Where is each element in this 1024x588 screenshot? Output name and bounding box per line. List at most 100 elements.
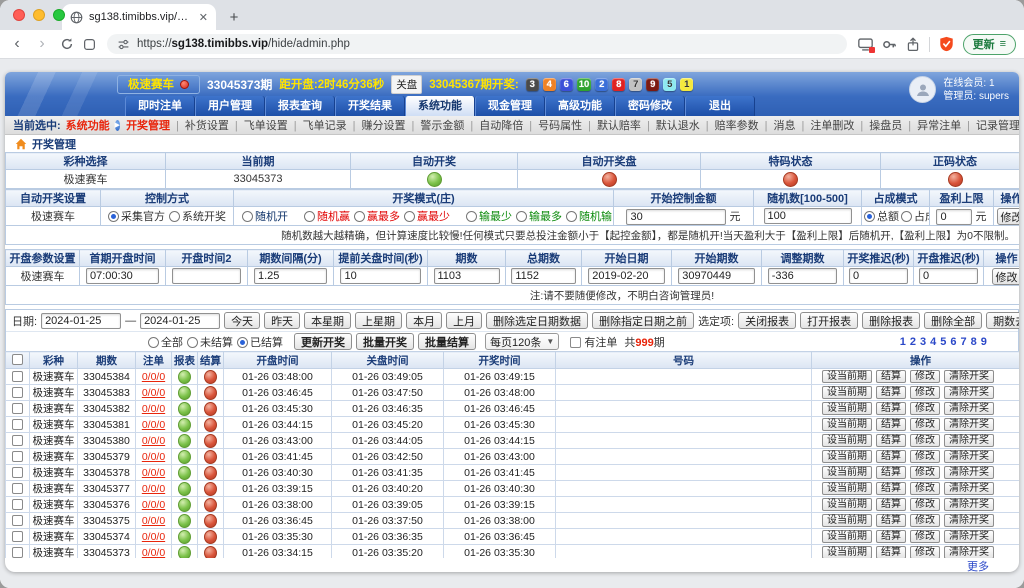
row-checkbox[interactable] [12,531,23,542]
zheng-status-indicator[interactable] [948,172,963,187]
report-indicator[interactable] [178,466,191,480]
sub-nav-item[interactable]: 注单删改 [796,117,855,133]
clear-draw-button[interactable]: 清除开奖 [944,370,994,384]
radio-icon[interactable] [304,211,315,222]
delete-data-button[interactable]: 删除指定日期之前 [592,312,694,329]
settle-button[interactable]: 结算 [876,482,906,496]
page-number-link[interactable]: 7 [960,336,966,348]
bets-link[interactable]: 0/0/0 [142,451,165,463]
clear-draw-button[interactable]: 清除开奖 [944,482,994,496]
auto-pan-indicator[interactable] [602,172,617,187]
tab-close-icon[interactable]: ✕ [199,11,208,24]
set-current-issue-button[interactable]: 设当前期 [822,370,872,384]
date-quick-button[interactable]: 今天 [224,312,260,329]
control-mode-option[interactable]: 系统开奖 [169,211,226,223]
settle-indicator[interactable] [204,450,217,464]
row-checkbox[interactable] [12,499,23,510]
settle-indicator[interactable] [204,386,217,400]
sub-nav-item[interactable]: 赚分设置 [347,117,406,133]
page-number-link[interactable]: 5 [940,336,946,348]
sub-nav-item[interactable]: 异常注单 [902,117,961,133]
modify-auto-settings-button[interactable]: 修改 [997,208,1020,225]
radio-icon[interactable] [901,211,912,222]
clear-draw-button[interactable]: 清除开奖 [944,450,994,464]
clear-draw-button[interactable]: 清除开奖 [944,530,994,544]
batch-action-button[interactable]: 更新开奖 [294,333,352,350]
settle-button[interactable]: 结算 [876,466,906,480]
sub-nav-item[interactable]: 飞单设置 [229,117,288,133]
row-checkbox[interactable] [12,547,23,558]
tab-capture-icon[interactable] [858,38,873,51]
settle-indicator[interactable] [204,530,217,544]
radio-icon[interactable] [148,337,159,348]
settle-indicator[interactable] [204,546,217,559]
modify-button[interactable]: 修改 [910,434,940,448]
settle-button[interactable]: 结算 [876,530,906,544]
open-param-input[interactable] [254,268,327,284]
bets-link[interactable]: 0/0/0 [142,515,165,527]
bets-link[interactable]: 0/0/0 [142,531,165,543]
report-action-button[interactable]: 打开报表 [800,312,858,329]
date-quick-button[interactable]: 昨天 [264,312,300,329]
radio-icon[interactable] [516,211,527,222]
page-size-select[interactable]: 每页120条▼ [485,333,559,350]
site-settings-icon[interactable] [117,38,130,51]
report-indicator[interactable] [178,546,191,559]
draw-mode-option[interactable]: 输最多 [516,211,562,223]
nav-tab[interactable]: 用户管理 [195,96,265,116]
report-indicator[interactable] [178,514,191,528]
settle-button[interactable]: 结算 [876,434,906,448]
settle-button[interactable]: 结算 [876,402,906,416]
report-indicator[interactable] [178,370,191,384]
checkbox-icon[interactable] [570,337,581,348]
sub-nav-item[interactable]: 号码属性 [523,117,582,133]
radio-icon[interactable] [354,211,365,222]
row-checkbox[interactable] [12,419,23,430]
browser-update-button[interactable]: 更新 ≡ [963,34,1016,55]
open-param-input[interactable] [511,268,575,284]
bets-link[interactable]: 0/0/0 [142,547,165,559]
draw-mode-option[interactable]: 输最少 [466,211,512,223]
report-indicator[interactable] [178,418,191,432]
radio-icon[interactable] [864,211,875,222]
date-quick-button[interactable]: 上星期 [355,312,402,329]
modify-button[interactable]: 修改 [910,514,940,528]
open-param-input[interactable] [768,268,838,284]
page-number-link[interactable]: 1 [900,336,906,348]
new-tab-button[interactable]: + [222,5,246,29]
batch-action-button[interactable]: 批量结算 [418,333,476,350]
settle-indicator[interactable] [204,434,217,448]
settle-indicator[interactable] [204,370,217,384]
radio-icon[interactable] [108,211,119,222]
modify-button[interactable]: 修改 [910,498,940,512]
radio-icon[interactable] [187,337,198,348]
sub-nav-item[interactable]: 消息 [759,117,796,133]
settle-indicator[interactable] [204,402,217,416]
bets-link[interactable]: 0/0/0 [142,435,165,447]
report-indicator[interactable] [178,402,191,416]
open-param-input[interactable] [678,268,755,284]
date-quick-button[interactable]: 上月 [446,312,482,329]
clear-draw-button[interactable]: 清除开奖 [944,514,994,528]
set-current-issue-button[interactable]: 设当前期 [822,418,872,432]
has-bets-filter[interactable]: 有注单 [570,334,617,350]
set-current-issue-button[interactable]: 设当前期 [822,546,872,558]
open-param-input[interactable] [849,268,908,284]
settle-status-option[interactable]: 未结算 [187,337,233,349]
delete-data-button[interactable]: 删除选定日期数据 [486,312,588,329]
more-link[interactable]: 更多 [967,558,989,572]
set-current-issue-button[interactable]: 设当前期 [822,498,872,512]
report-action-button[interactable]: 期数去重复 [986,312,1019,329]
row-checkbox[interactable] [12,467,23,478]
clear-draw-button[interactable]: 清除开奖 [944,498,994,512]
modify-button[interactable]: 修改 [910,466,940,480]
draw-mode-option[interactable]: 随机输 [566,211,612,223]
radio-icon[interactable] [169,211,180,222]
bets-link[interactable]: 0/0/0 [142,467,165,479]
date-to-input[interactable] [140,313,220,329]
share-mode-option[interactable]: 占成 [901,211,930,223]
open-param-input[interactable] [340,268,420,284]
sub-nav-item[interactable]: 自动降倍 [464,117,523,133]
profit-limit-input[interactable] [936,209,972,225]
row-checkbox[interactable] [12,451,23,462]
